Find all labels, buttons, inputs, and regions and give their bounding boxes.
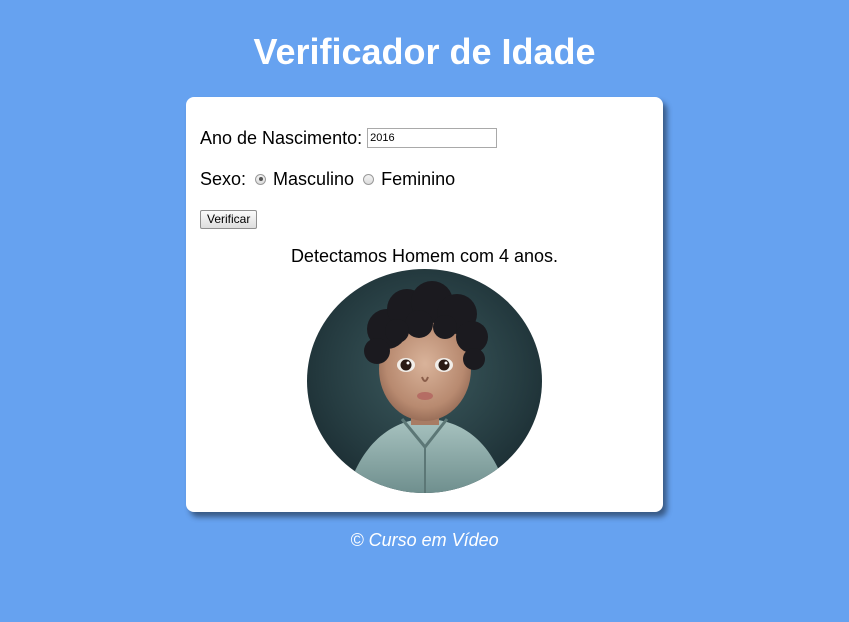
result-text: Detectamos Homem com 4 anos.: [290, 246, 559, 266]
sex-label: Sexo:: [200, 169, 247, 189]
form-card: Ano de Nascimento: Sexo: Masculino Femin…: [186, 97, 663, 512]
radio-feminino[interactable]: [363, 173, 375, 185]
radio-masculino[interactable]: [255, 173, 267, 185]
child-photo-image: [307, 269, 542, 493]
page-title: Verificador de Idade: [253, 31, 596, 72]
sex-row: Sexo: Masculino Feminino: [200, 168, 455, 190]
radio-feminino-label[interactable]: Feminino: [381, 168, 455, 190]
birth-year-input[interactable]: [367, 128, 498, 148]
footer: © Curso em Vídeo: [350, 530, 499, 550]
child-photo: [307, 269, 542, 493]
verify-button[interactable]: Verificar: [200, 210, 258, 229]
birth-year-row: Ano de Nascimento:: [200, 127, 498, 149]
birth-year-label: Ano de Nascimento:: [200, 128, 363, 148]
page-header: Verificador de Idade: [0, 0, 849, 73]
radio-masculino-label[interactable]: Masculino: [273, 168, 354, 190]
